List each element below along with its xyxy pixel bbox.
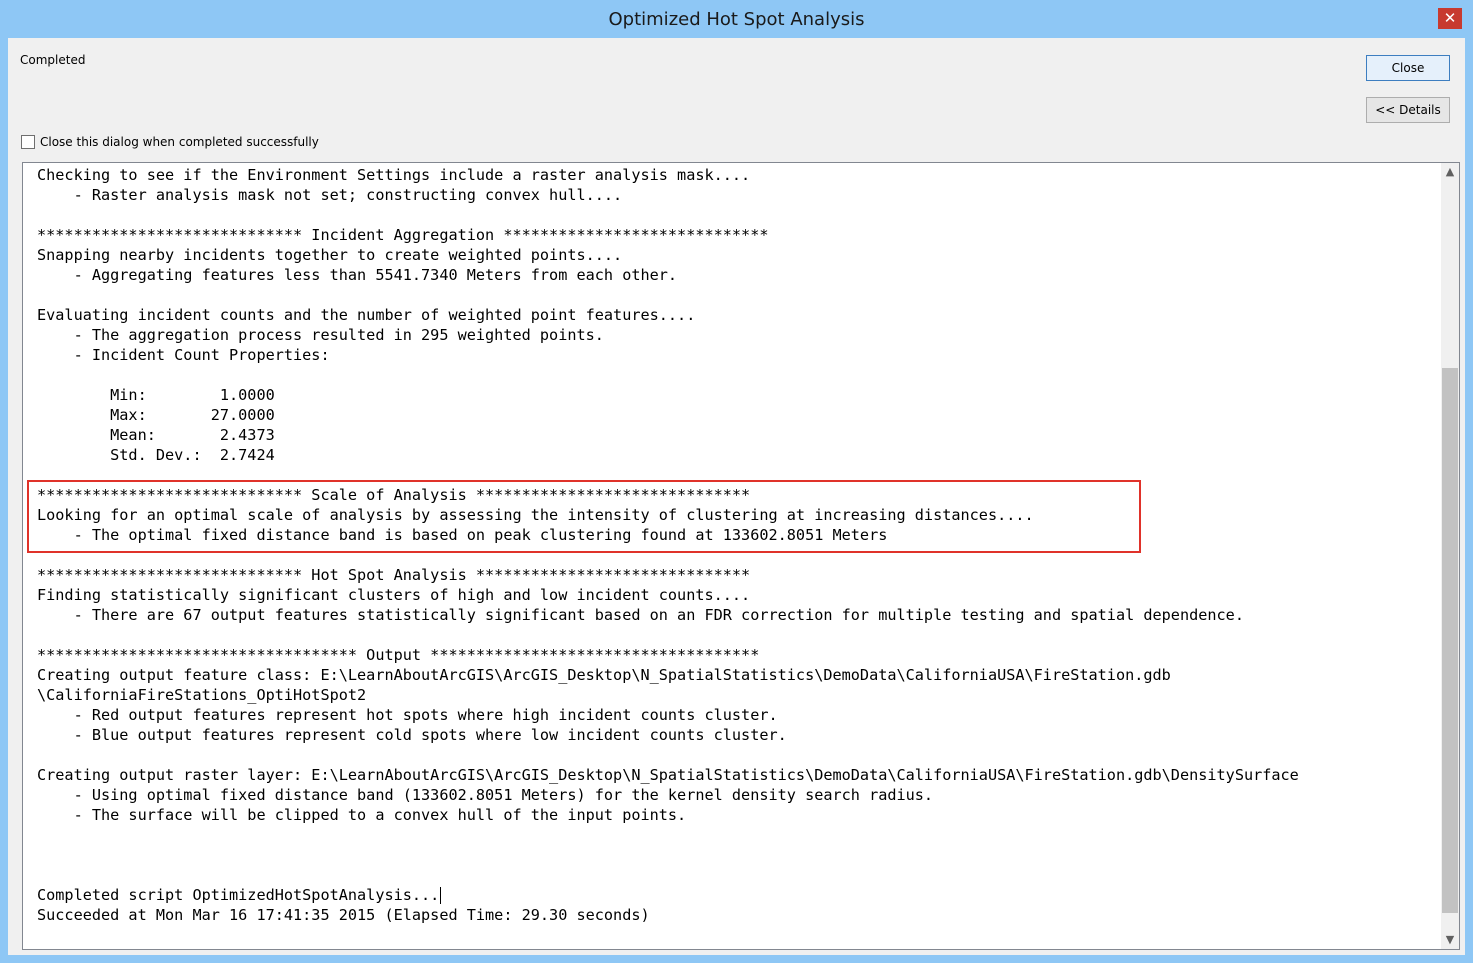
log-line: Checking to see if the Environment Setti… <box>37 166 751 184</box>
log-line: Max: 27.0000 <box>37 406 275 424</box>
log-line: - Red output features represent hot spot… <box>37 706 778 724</box>
status-text: Completed <box>20 53 86 67</box>
close-when-completed-label: Close this dialog when completed success… <box>40 135 319 149</box>
title-bar[interactable]: Optimized Hot Spot Analysis ✕ <box>0 0 1473 38</box>
log-line: Finding statistically significant cluste… <box>37 586 751 604</box>
log-line: *********************************** Outp… <box>37 646 760 664</box>
log-line: Creating output feature class: E:\LearnA… <box>37 666 1171 684</box>
log-line: Succeeded at Mon Mar 16 17:41:35 2015 (E… <box>37 906 650 924</box>
highlight-box <box>27 480 1141 553</box>
log-line: Snapping nearby incidents together to cr… <box>37 246 623 264</box>
window-title: Optimized Hot Spot Analysis <box>608 9 865 30</box>
details-button[interactable]: << Details <box>1366 97 1450 123</box>
dialog-body: Completed Close << Details Close this di… <box>8 38 1465 955</box>
log-line: - Blue output features represent cold sp… <box>37 726 787 744</box>
log-line: ***************************** Hot Spot A… <box>37 566 751 584</box>
log-line: Min: 1.0000 <box>37 386 275 404</box>
log-line: Std. Dev.: 2.7424 <box>37 446 275 464</box>
scroll-up-icon[interactable]: ▲ <box>1441 163 1459 181</box>
close-button[interactable]: Close <box>1366 55 1450 81</box>
log-line: - Aggregating features less than 5541.73… <box>37 266 678 284</box>
log-line: - The aggregation process resulted in 29… <box>37 326 604 344</box>
close-when-completed-checkbox[interactable] <box>21 135 35 149</box>
scroll-down-icon[interactable]: ▼ <box>1441 931 1459 949</box>
log-line: \CaliforniaFireStations_OptiHotSpot2 <box>37 686 367 704</box>
vertical-scrollbar[interactable]: ▲ ▼ <box>1441 163 1459 949</box>
log-line: - The surface will be clipped to a conve… <box>37 806 687 824</box>
log-line: - There are 67 output features statistic… <box>37 606 1244 624</box>
log-line: Completed script OptimizedHotSpotAnalysi… <box>37 886 442 904</box>
dialog-window: Optimized Hot Spot Analysis ✕ Completed … <box>0 0 1473 963</box>
close-window-icon[interactable]: ✕ <box>1438 8 1462 29</box>
text-caret <box>440 887 442 904</box>
log-line: Evaluating incident counts and the numbe… <box>37 306 696 324</box>
log-line: - Using optimal fixed distance band (133… <box>37 786 934 804</box>
message-log[interactable]: Checking to see if the Environment Setti… <box>22 162 1460 950</box>
log-line: Mean: 2.4373 <box>37 426 275 444</box>
scrollbar-thumb[interactable] <box>1442 368 1458 913</box>
log-line: Creating output raster layer: E:\LearnAb… <box>37 766 1299 784</box>
log-line: - Raster analysis mask not set; construc… <box>37 186 623 204</box>
log-line: - Incident Count Properties: <box>37 346 330 364</box>
log-line: ***************************** Incident A… <box>37 226 769 244</box>
